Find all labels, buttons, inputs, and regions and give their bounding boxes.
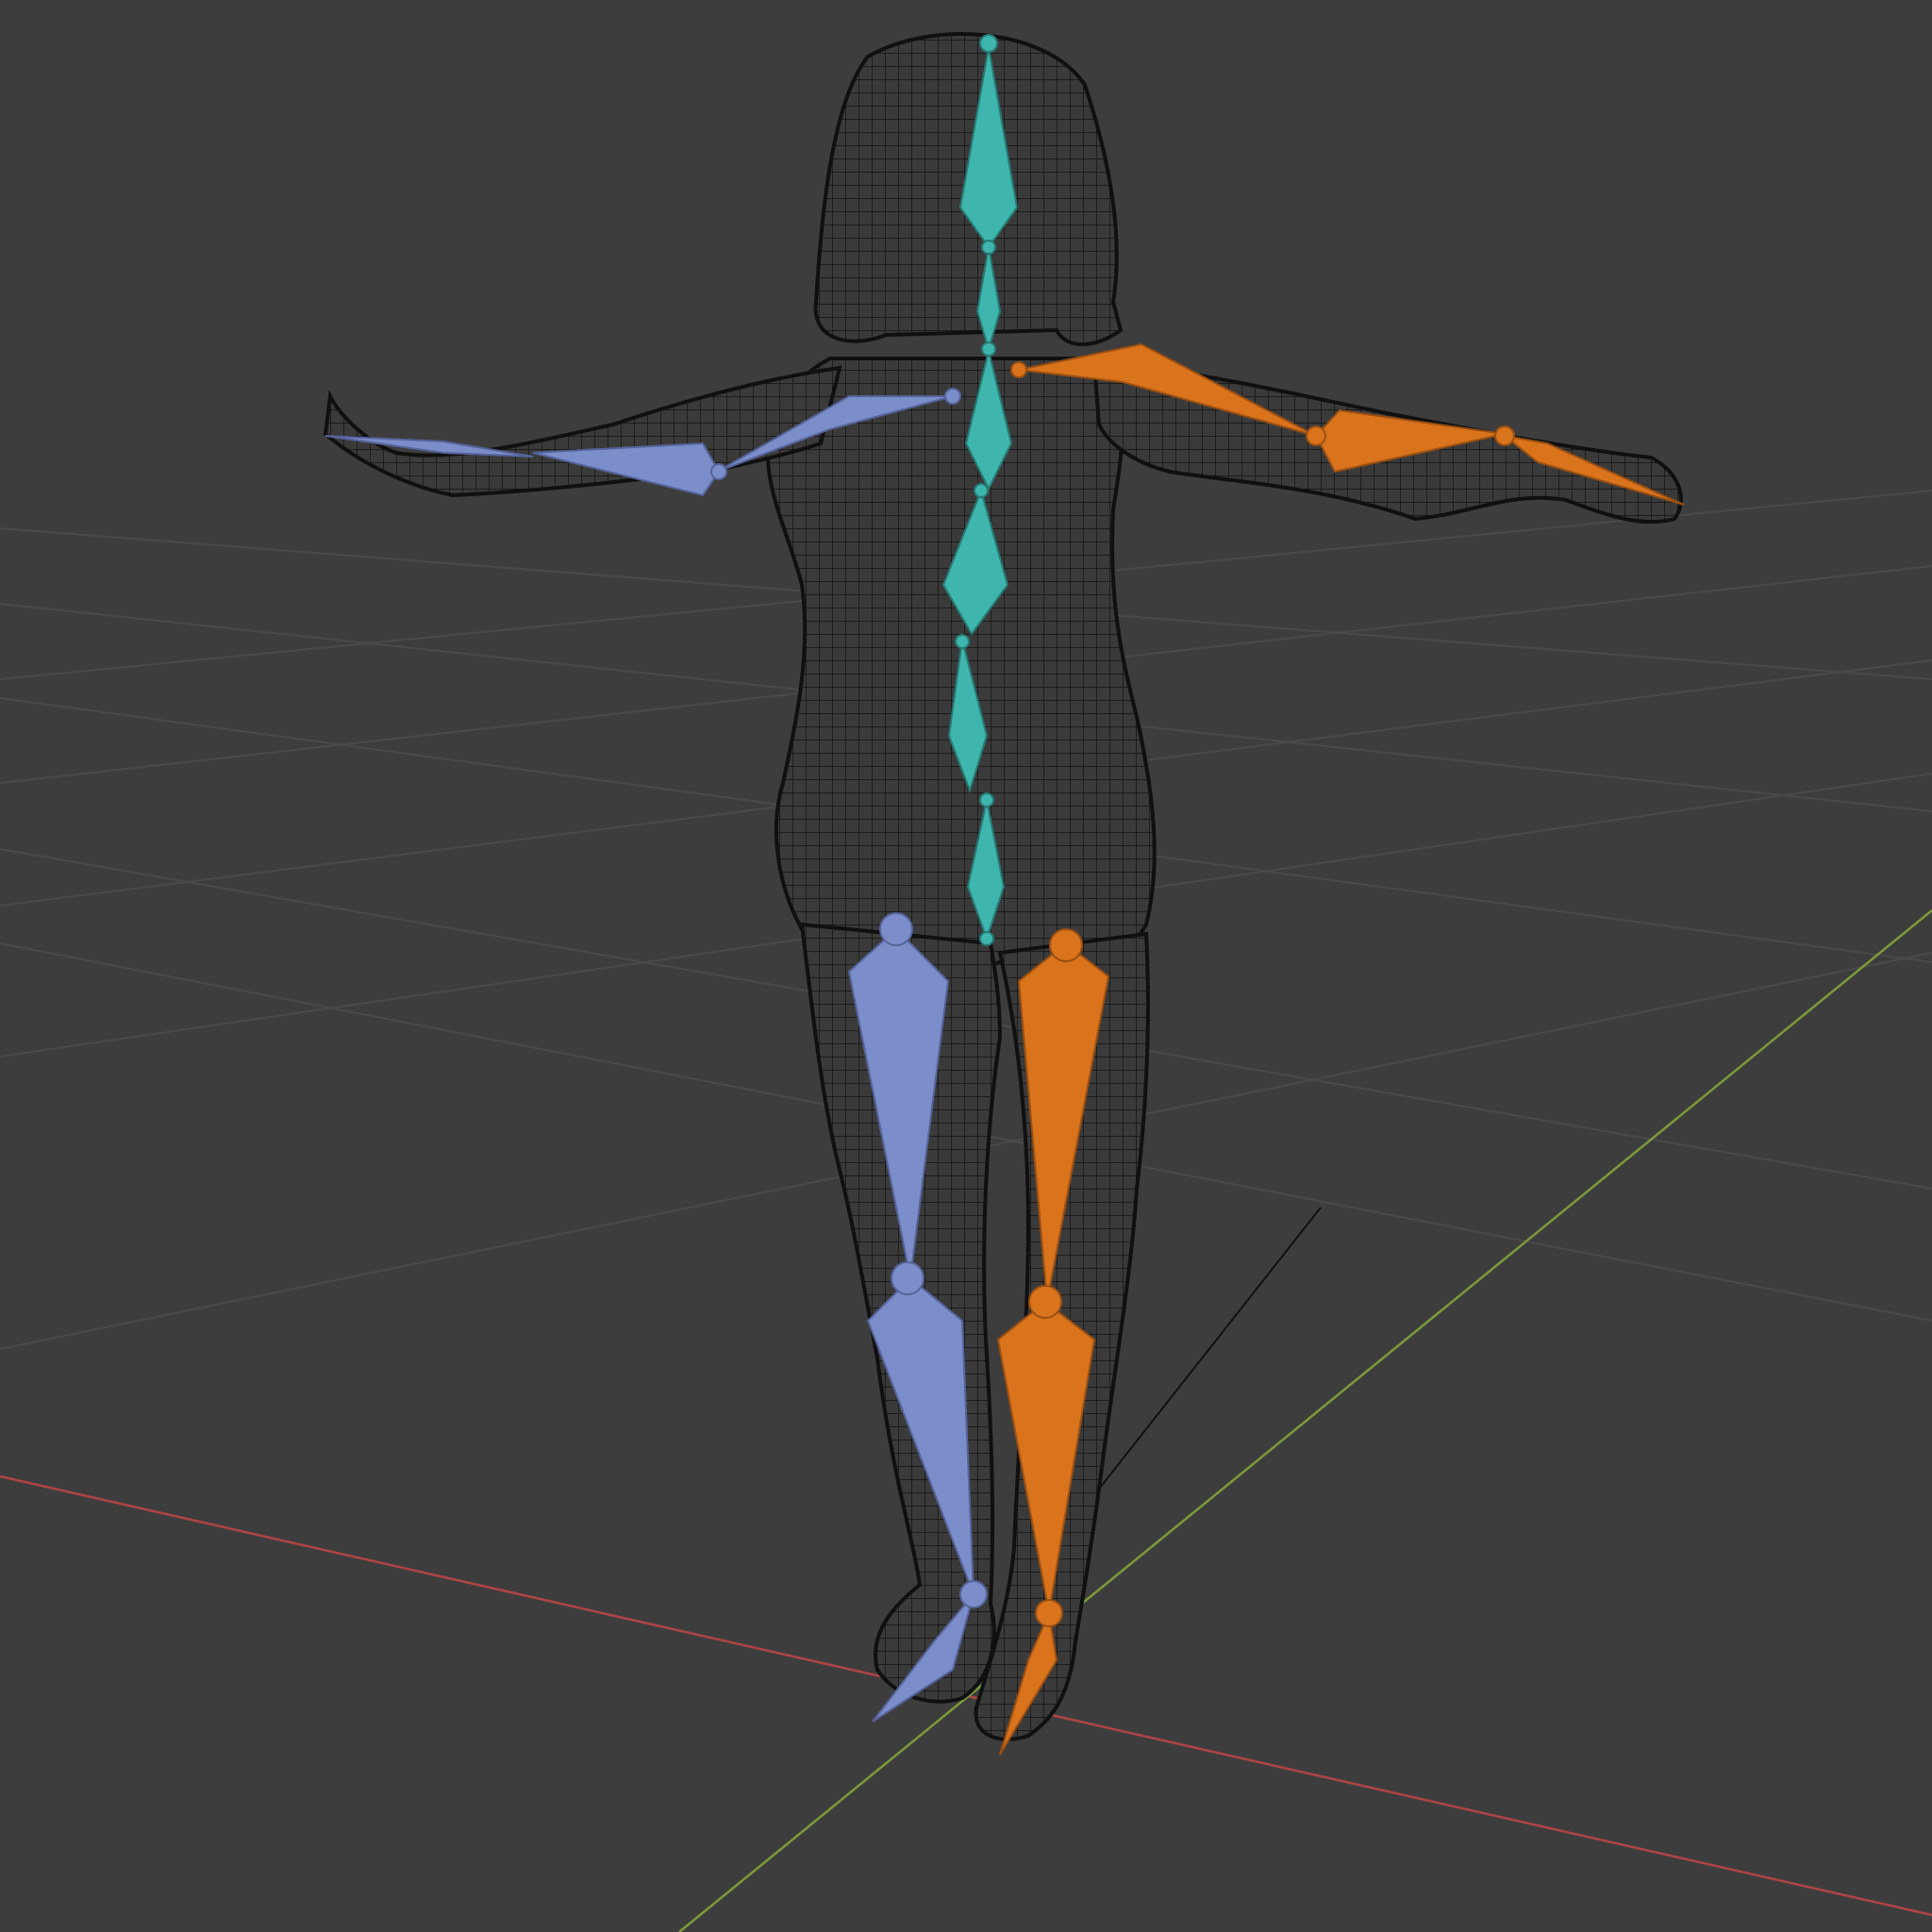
joint-head-top[interactable] xyxy=(979,34,998,53)
joint-knee-l[interactable] xyxy=(891,1261,924,1295)
joint-elbow-l[interactable] xyxy=(710,463,727,480)
joint-neck[interactable] xyxy=(981,240,996,255)
joint-wrist-r[interactable] xyxy=(1494,425,1515,446)
joint-ankle-r[interactable] xyxy=(1035,1599,1063,1627)
joint-pelvis-tail[interactable] xyxy=(979,931,994,946)
joint-waist[interactable] xyxy=(955,634,970,649)
joint-elbow-r[interactable] xyxy=(1306,425,1326,446)
joint-spine[interactable] xyxy=(974,483,989,498)
viewport-canvas[interactable] xyxy=(0,0,1932,1932)
joint-hip-l[interactable] xyxy=(879,912,913,946)
joint-ankle-l[interactable] xyxy=(959,1580,988,1608)
joint-shoulder-l[interactable] xyxy=(944,388,961,405)
joint-hip-r[interactable] xyxy=(1049,928,1083,962)
left-arm-shape xyxy=(323,365,842,498)
joint-shoulder-r[interactable] xyxy=(1010,361,1027,378)
joint-chest[interactable] xyxy=(981,341,996,357)
joint-knee-r[interactable] xyxy=(1028,1285,1062,1319)
joint-hip-center[interactable] xyxy=(979,792,994,808)
3d-viewport[interactable] xyxy=(0,0,1932,1932)
